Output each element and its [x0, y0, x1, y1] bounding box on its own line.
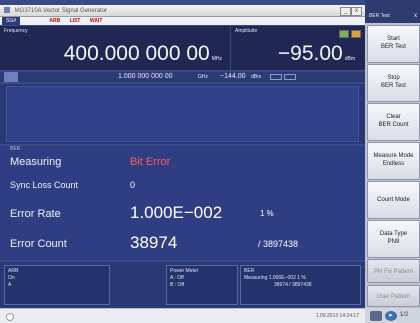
close-button[interactable]: x — [351, 7, 362, 16]
power-meter-box[interactable]: Power Meter A : Off B : Off — [166, 265, 238, 305]
keyboard-icon[interactable] — [370, 311, 382, 321]
clear-ber-count-button[interactable]: Clear BER Count — [367, 103, 420, 141]
data-type-label: Data Type — [379, 231, 408, 237]
sync-loss-value: 0 — [130, 180, 136, 190]
amplitude-panel[interactable]: Amplitude −95.00 dBm — [231, 26, 365, 70]
side-panel-header: BER Test x — [365, 0, 420, 23]
ber-summary-box[interactable]: BER Measuring 1.000E−002 1 % 38974 / 389… — [240, 265, 361, 305]
clear-label: Clear — [386, 114, 401, 120]
sub-frequency-unit: GHz — [198, 74, 208, 80]
app-icon — [4, 7, 10, 14]
mod-on-icon — [351, 30, 361, 38]
error-count-label: Error Count — [10, 238, 67, 250]
amplitude-label: Amplitude — [235, 28, 258, 34]
ber-summary-line-2: 38974 / 3897438 — [274, 282, 312, 288]
stop-sub: BER Test — [381, 83, 406, 89]
main-panel: MG3710A Vector Signal Generator _ x SG# … — [0, 0, 365, 323]
error-count-value: 38974 — [130, 233, 178, 252]
sync-loss-label: Sync Loss Count — [10, 180, 79, 190]
minimize-button[interactable]: _ — [340, 7, 351, 16]
sub-frequency: 1.000 000 000 00 — [118, 73, 173, 80]
window-title-bar: MG3710A Vector Signal Generator _ x — [0, 5, 365, 17]
error-rate-label: Error Rate — [10, 208, 61, 220]
page-indicator: 1/2 — [400, 312, 409, 318]
user-pattern-button[interactable]: User Pattern — [367, 285, 420, 307]
frequency-panel[interactable]: Frequency 400.000 000 00 MHz — [0, 26, 230, 70]
pn-fix-label: PN Fix Pattern — [373, 269, 413, 275]
data-type-sub: PN9 — [387, 239, 400, 245]
frequency-value: 400.000 000 00 — [63, 42, 210, 65]
arb-line-2: A — [8, 282, 12, 288]
sub-level-unit: dBm — [251, 74, 262, 80]
data-type-button[interactable]: Data Type PN9 — [367, 220, 420, 258]
graph-inner — [6, 86, 359, 142]
window-title: MG3710A Vector Signal Generator — [14, 8, 108, 14]
amplitude-readout: −95.00 dBm — [278, 42, 355, 66]
measure-mode-button[interactable]: Measure Mode Endless — [367, 142, 420, 180]
pn-fix-pattern-button[interactable]: PN Fix Pattern — [367, 259, 420, 283]
measuring-label: Measuring — [10, 156, 62, 168]
arb-line-1: On — [8, 275, 15, 281]
frequency-readout: 400.000 000 00 MHz — [64, 42, 222, 66]
rf-on-icon — [339, 30, 349, 38]
amplitude-unit: dBm — [344, 56, 355, 62]
page-icon[interactable]: ▸ — [385, 311, 397, 321]
stop-ber-test-button[interactable]: Stop BER Test — [367, 64, 420, 102]
start-ber-test-button[interactable]: Start BER Test — [367, 25, 420, 63]
power-meter-b: B : Off — [170, 282, 185, 288]
ber-summary-title: BER — [244, 268, 255, 274]
mode-badge: SG# — [2, 17, 21, 25]
error-rate-percent: 1 % — [260, 209, 274, 218]
sub-display-bar: 1.000 000 000 00 GHz −144.00 dBm — [0, 72, 365, 82]
count-mode-label: Count Mode — [377, 197, 410, 203]
amplitude-value: −95.00 — [277, 42, 343, 65]
measuring-value: Bit Error — [130, 156, 171, 168]
start-label: Start — [387, 36, 400, 42]
side-panel-title: BER Test — [369, 13, 390, 19]
arb-title: ARB — [8, 268, 19, 274]
error-rate-value: 1.000E−002 — [130, 203, 223, 222]
stop-label: Stop — [387, 75, 400, 81]
count-mode-button[interactable]: Count Mode — [367, 181, 420, 219]
ber-panel-tag: BER — [10, 146, 21, 152]
bottom-status-bar: 1.09.2013 14:24:17 — [0, 308, 365, 323]
frequency-label: Frequency — [4, 28, 28, 34]
power-meter-a: A : Off — [170, 275, 184, 281]
frequency-unit: MHz — [211, 56, 222, 62]
arb-status-box[interactable]: ARB On A — [4, 265, 110, 305]
measure-mode-sub: Endless — [382, 161, 405, 167]
status-flag-wait: WAIT — [89, 18, 103, 24]
sub-bar-tag — [4, 72, 18, 82]
power-meter-title: Power Meter — [170, 268, 199, 274]
sub-indicator-icon — [284, 74, 296, 80]
user-pattern-label: User Pattern — [376, 294, 411, 300]
sub-level: −144.00 — [220, 73, 246, 80]
status-flag-arb: ARB — [49, 18, 61, 24]
clear-sub: BER Count — [378, 122, 409, 128]
status-dot-icon — [6, 313, 14, 321]
side-panel-close-icon[interactable]: x — [414, 13, 417, 19]
error-count-total: / 3897438 — [258, 239, 299, 249]
status-time: 1.09.2013 14:24:17 — [315, 313, 359, 319]
sub-indicator-icon — [270, 74, 282, 80]
start-sub: BER Test — [381, 44, 406, 50]
status-flag-list: LIST — [69, 18, 81, 24]
ber-summary-line-1: Measuring 1.000E−002 1 % — [244, 275, 306, 281]
measure-mode-label: Measure Mode — [373, 153, 414, 159]
status-bar: SG# ARB LIST WAIT — [0, 17, 365, 25]
